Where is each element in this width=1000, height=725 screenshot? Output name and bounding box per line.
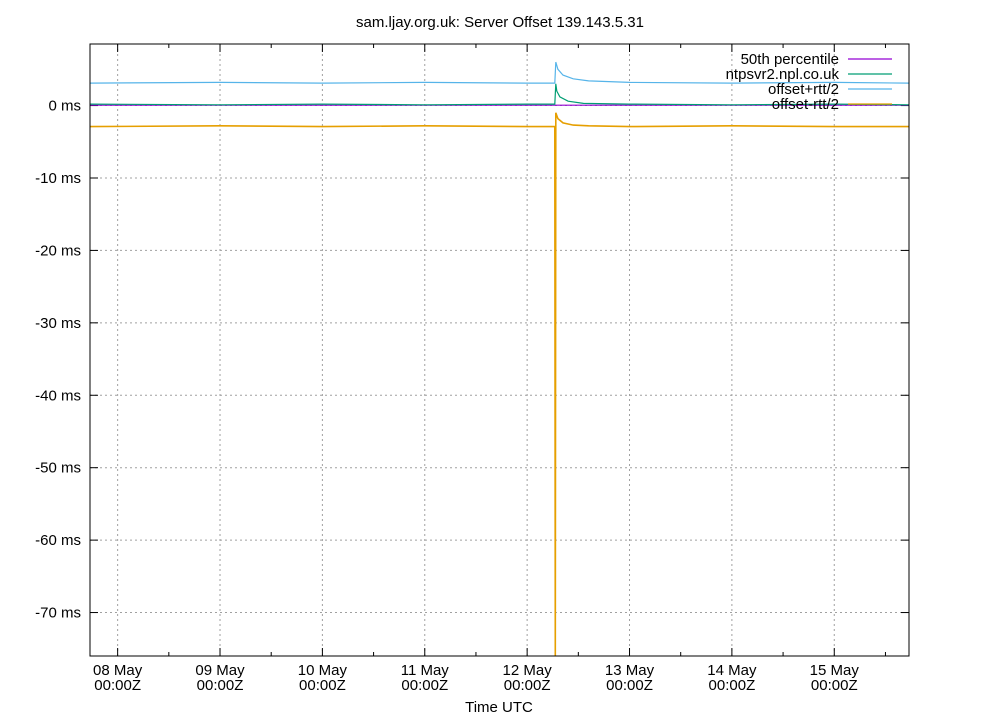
x-tick-label-time: 00:00Z — [606, 677, 653, 694]
x-axis-label: Time UTC — [465, 699, 533, 716]
legend: 50th percentilentpsvr2.npl.co.ukoffset+r… — [726, 51, 892, 113]
x-tick-label-time: 00:00Z — [709, 677, 756, 694]
y-tick-label: -70 ms — [35, 605, 81, 622]
y-tick-label: -40 ms — [35, 387, 81, 404]
series-lines — [89, 61, 910, 657]
x-axis-ticks: 08 May00:00Z09 May00:00Z10 May00:00Z11 M… — [93, 44, 886, 694]
chart-title: sam.ljay.org.uk: Server Offset 139.143.5… — [356, 14, 644, 31]
plot-frame — [89, 43, 910, 657]
x-tick-label-time: 00:00Z — [401, 677, 448, 694]
x-tick-label-time: 00:00Z — [94, 677, 141, 694]
x-tick-label-time: 00:00Z — [811, 677, 858, 694]
y-axis-ticks: 0 ms -10 ms -20 ms -30 ms -40 ms -50 ms -60 ms… — [35, 98, 909, 622]
y-tick-label: -10 ms — [35, 170, 81, 187]
series-line-4 — [89, 112, 909, 657]
offset-chart: sam.ljay.org.uk: Server Offset 139.143.5… — [35, 14, 910, 716]
y-tick-label: -30 ms — [35, 315, 81, 332]
x-tick-label-time: 00:00Z — [299, 677, 346, 694]
x-tick-label-time: 00:00Z — [197, 677, 244, 694]
x-tick-label-time: 00:00Z — [504, 677, 551, 694]
y-tick-label: -60 ms — [35, 532, 81, 549]
grid-lines — [90, 44, 909, 656]
y-tick-label: -50 ms — [35, 460, 81, 477]
legend-label: offset-rtt/2 — [772, 96, 839, 113]
y-tick-label: 0 ms — [48, 98, 81, 115]
y-tick-label: -20 ms — [35, 242, 81, 259]
